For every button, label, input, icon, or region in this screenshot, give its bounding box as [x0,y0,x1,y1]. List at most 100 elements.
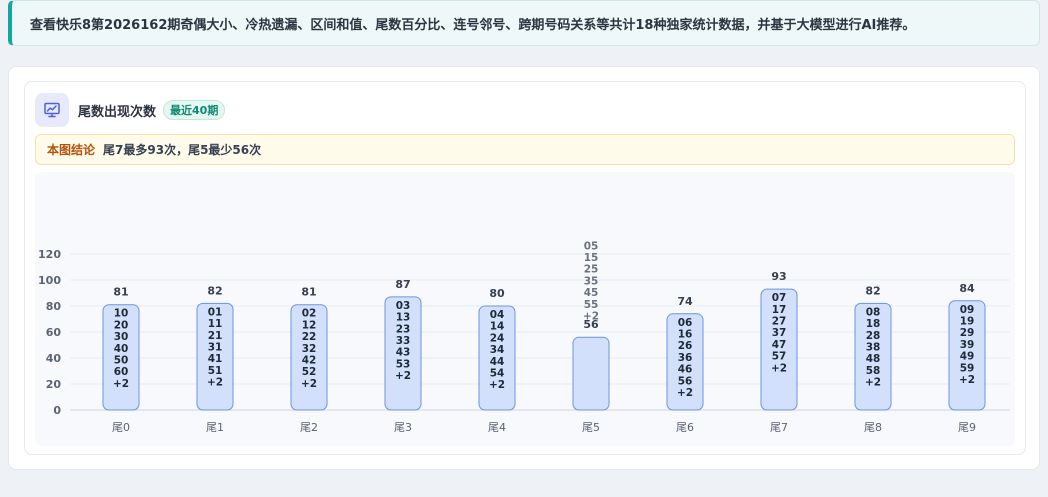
y-tick-label: 100 [38,274,61,287]
x-tick-label: 尾3 [394,421,412,434]
bar-number-label: 25 [584,264,599,276]
bar-number-label: 51 [208,365,223,377]
bar-number-label: 32 [302,343,317,355]
bar-number-label: 05 [584,240,599,252]
bar-number-label: 26 [678,340,693,352]
x-tick-label: 尾8 [864,421,882,434]
bar-number-label: 45 [584,287,599,299]
value-label: 81 [301,286,316,299]
value-label: 84 [959,282,975,295]
y-tick-label: 20 [46,378,62,391]
bar-number-label: 52 [302,366,317,378]
tail-count-bar-chart: 02040608010012081102030405060+2尾08201112… [38,240,1010,434]
bar-number-label: 33 [396,335,411,347]
value-label: 82 [207,284,222,297]
bar-number-label: 09 [960,304,975,316]
value-label: 81 [113,286,128,299]
bar-number-label: +2 [771,362,787,374]
bar-number-label: 30 [114,331,129,343]
bar-number-label: +2 [301,378,317,390]
x-tick-label: 尾4 [488,421,506,434]
bar-number-label: +2 [113,378,129,390]
y-tick-label: 60 [46,326,62,339]
x-tick-label: 尾2 [300,421,318,434]
bar-number-label: 34 [490,344,505,356]
info-banner: 查看快乐8第2026162期奇偶大小、冷热遗漏、区间和值、尾数百分比、连号邻号、… [8,0,1040,46]
bar-number-label: 21 [208,330,223,342]
bar-number-label: 12 [302,319,317,331]
x-tick-label: 尾1 [206,421,224,434]
tail-count-card: 尾数出现次数 最近40期 本图结论 尾7最多93次，尾5最少56次 0 2 0 4 0 6… [24,81,1026,455]
bar-number-label: 35 [584,275,599,287]
chart-conclusion: 本图结论 尾7最多93次，尾5最少56次 [35,134,1015,165]
bar-number-label: 41 [208,353,223,365]
bar-number-label: 23 [396,323,411,335]
x-tick-label: 尾0 [112,421,130,434]
bar-number-label: 31 [208,342,223,354]
bar-number-label: 56 [678,375,693,387]
bar-number-label: 04 [490,309,505,321]
conclusion-text: 尾7最多93次，尾5最少56次 [103,143,262,157]
bar-number-label: 03 [396,300,411,312]
bar-number-label: 39 [960,339,975,351]
bar-number-label: 18 [866,318,881,330]
x-tick-label: 尾5 [582,421,600,434]
bar-number-label: +2 [489,379,505,391]
x-tick-label: 尾6 [676,421,694,434]
bar-number-label: 11 [208,318,223,330]
conclusion-tag: 本图结论 [47,143,96,157]
value-label: 80 [489,287,505,300]
bar-number-label: 02 [302,308,317,320]
bar-number-label: 58 [866,365,881,377]
bar-number-label: 08 [866,306,881,318]
bar-number-label: +2 [959,374,975,386]
value-label: 74 [677,295,693,308]
bar-number-label: 55 [584,299,599,311]
bar-尾5 [572,336,610,411]
bar-number-label: 59 [960,362,975,374]
bar-number-label: 24 [490,332,505,344]
bar-number-label: 13 [396,312,411,324]
bar-number-label: 22 [302,331,317,343]
bar-number-label: 20 [114,319,129,331]
bar-number-label: +2 [583,311,599,323]
bar-number-label: 01 [208,306,223,318]
bar-number-label: 46 [678,364,693,376]
x-tick-label: 尾7 [770,421,788,434]
bar-number-label: 19 [960,316,975,328]
bar-number-label: 17 [772,304,787,316]
value-label: 82 [865,284,880,297]
bar-number-label: 44 [490,356,505,368]
content-panel: 尾数出现次数 最近40期 本图结论 尾7最多93次，尾5最少56次 0 2 0 4 0 6… [8,66,1040,470]
bar-number-label: 49 [960,351,975,363]
banner-text: 查看快乐8第2026162期奇偶大小、冷热遗漏、区间和值、尾数百分比、连号邻号、… [30,17,916,33]
bar-number-label: 54 [490,368,505,380]
bar-number-label: 38 [866,342,881,354]
bar-number-label: +2 [207,377,223,389]
bar-number-label: 07 [772,292,787,304]
bar-number-label: 40 [114,343,129,355]
chart-presentation-icon [35,93,69,127]
value-label: 93 [771,270,786,283]
card-header: 尾数出现次数 最近40期 [35,93,226,127]
bar-number-label: 37 [772,327,787,339]
bar-number-label: 28 [866,330,881,342]
bar-number-label: 47 [772,339,787,351]
bar-number-label: 06 [678,317,693,329]
bar-number-label: 50 [114,355,129,367]
x-tick-label: 尾9 [958,421,976,434]
card-title: 尾数出现次数 [78,104,157,120]
bar-number-label: 16 [678,329,693,341]
chart-area: 0 20 40 60 80 100 120 81 10 20 30 40 50 60 +2 尾0 82 01 11 2… [35,172,1015,446]
bar-number-label: 15 [584,252,599,264]
bar-number-label: 60 [114,366,129,378]
bar-number-label: 27 [772,316,787,328]
bar-number-label: 53 [396,358,411,370]
bar-number-label: 48 [866,353,881,365]
y-tick-label: 80 [46,300,62,313]
y-tick-label: 120 [38,248,61,261]
bar-number-label: +2 [677,387,693,399]
bar-number-label: 43 [396,347,411,359]
bar-number-label: 14 [490,321,505,333]
bar-number-label: +2 [865,377,881,389]
